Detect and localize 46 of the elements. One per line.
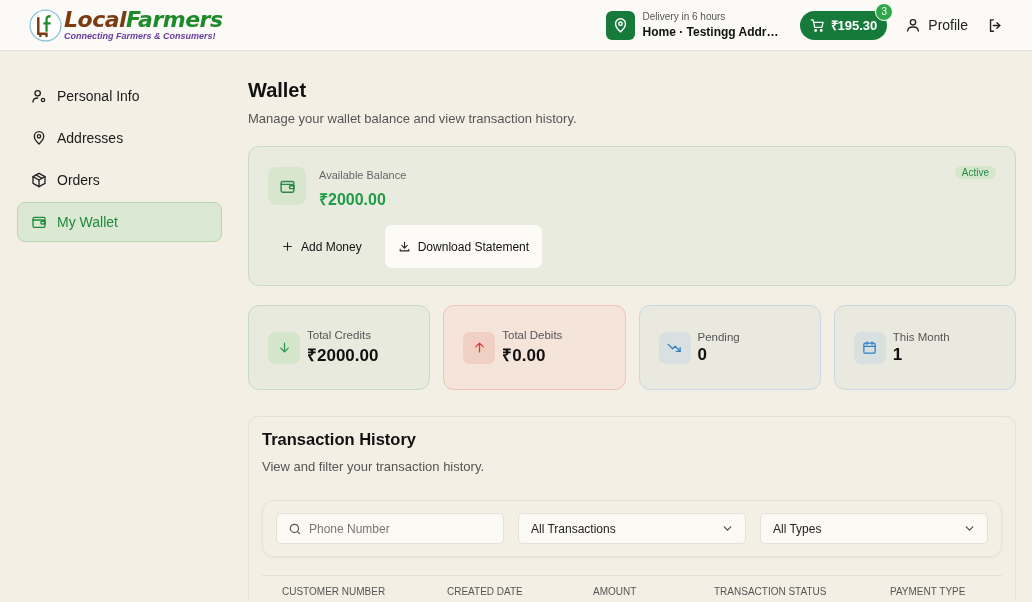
filter-dropdown[interactable]: All Types: [760, 513, 988, 544]
search-icon: [288, 522, 302, 536]
status-badge: Active: [954, 166, 996, 179]
sidebar-item[interactable]: Orders: [17, 160, 222, 200]
stat-value: ₹2000.00: [307, 345, 379, 366]
stat-value: 1: [892, 344, 904, 365]
logo-wordmark: LocalFarmers: [64, 9, 223, 31]
download-statement-button[interactable]: Download Statement: [384, 225, 543, 268]
section-title: Transaction History: [262, 430, 418, 449]
location-pin-icon: [31, 130, 47, 146]
wallet-icon: [31, 214, 47, 230]
add-money-button[interactable]: Add Money: [268, 225, 375, 268]
delivery-time: Delivery in 6 hours: [642, 11, 727, 22]
stat-label: This Month: [892, 330, 950, 343]
logo-tagline: Connecting Farmers & Consumers!: [64, 32, 217, 41]
plus-icon: [281, 240, 294, 253]
sidebar-item[interactable]: Addresses: [17, 118, 222, 158]
stat-value: ₹0.00: [502, 345, 547, 366]
search-field[interactable]: Phone Number: [276, 513, 504, 544]
user-icon: [905, 17, 922, 33]
download-icon: [397, 240, 411, 253]
profile-button[interactable]: Profile: [905, 17, 968, 33]
stat-label: Total Credits: [307, 329, 372, 341]
stat-label: Total Debits: [502, 329, 563, 341]
stat-label: Pending: [697, 330, 740, 343]
cart-icon: [809, 17, 825, 33]
column-header: CREATED DATE: [447, 586, 524, 597]
user-settings-icon: [31, 88, 47, 104]
balance-amount: ₹2000.00: [319, 190, 387, 210]
calendar-icon: [862, 340, 878, 355]
logo-icon: [29, 8, 62, 42]
page-title: Wallet: [248, 79, 308, 102]
page-subtitle: Manage your wallet balance and view transaction history.: [248, 111, 578, 126]
column-header: TRANSACTION STATUS: [714, 586, 828, 597]
cart-count-badge: 3: [875, 2, 894, 21]
filter-dropdown[interactable]: All Transactions: [518, 513, 746, 544]
column-header: AMOUNT: [593, 586, 638, 597]
column-header: PAYMENT TYPE: [890, 586, 967, 597]
package-icon: [31, 172, 47, 188]
delivery-address[interactable]: Home · Testingg Addr…: [642, 25, 779, 39]
section-subtitle: View and filter your transaction history.: [262, 459, 486, 474]
sidebar-item[interactable]: Personal Info: [17, 76, 222, 116]
column-header: CUSTOMER NUMBER: [282, 586, 387, 597]
stat-value: 0: [697, 344, 708, 365]
sidebar-item[interactable]: My Wallet: [17, 202, 222, 242]
balance-label: Available Balance: [319, 169, 407, 181]
